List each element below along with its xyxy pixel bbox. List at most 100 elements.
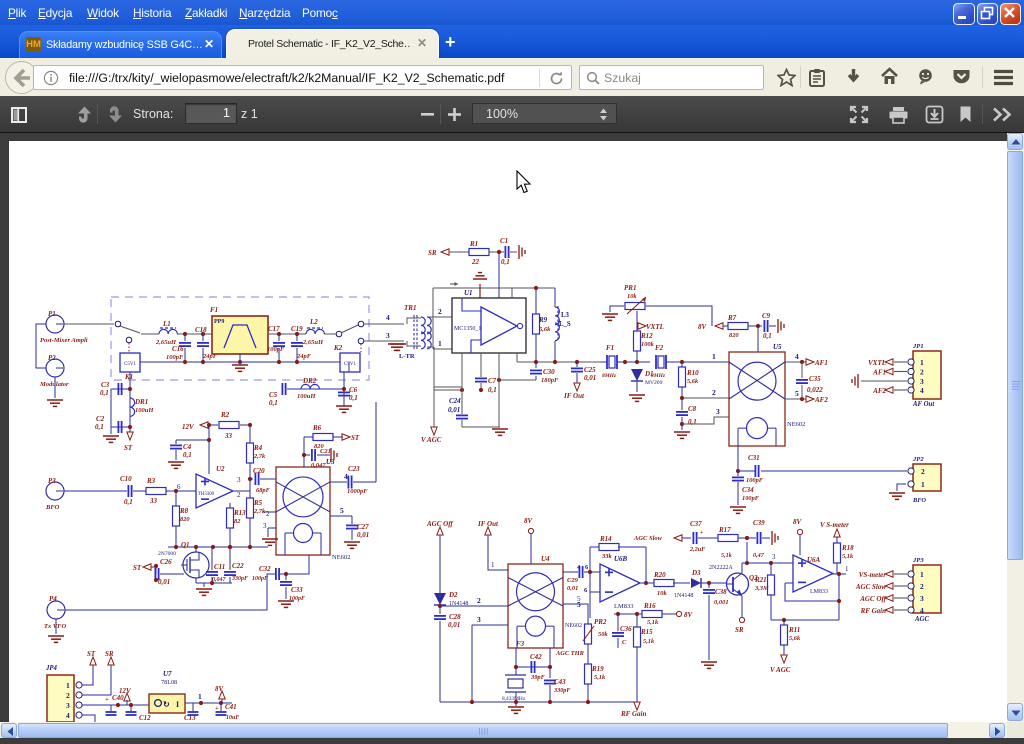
svg-text:C34: C34	[742, 486, 754, 494]
svg-text:DR1: DR1	[134, 398, 148, 406]
svg-text:U2: U2	[216, 465, 225, 473]
svg-text:R2: R2	[220, 411, 230, 419]
svg-text:5: 5	[795, 389, 799, 398]
svg-text:AGC Slow: AGC Slow	[855, 583, 886, 591]
svg-text:2: 2	[920, 582, 924, 591]
svg-text:C41: C41	[225, 703, 237, 711]
svg-text:180pF: 180pF	[541, 377, 559, 384]
svg-text:4: 4	[344, 472, 348, 481]
svg-text:2: 2	[237, 491, 241, 499]
svg-text:C22: C22	[232, 562, 244, 570]
svg-text:C24: C24	[449, 397, 461, 405]
svg-text:100pF: 100pF	[267, 346, 285, 353]
svg-text:C40: C40	[112, 694, 124, 702]
svg-text:R11: R11	[788, 626, 800, 634]
svg-text:C18: C18	[195, 326, 207, 334]
svg-text:0,01: 0,01	[567, 585, 578, 592]
svg-text:0,022: 0,022	[807, 386, 823, 394]
svg-text:AF2: AF2	[872, 387, 886, 395]
svg-text:8,433MHz: 8,433MHz	[502, 696, 526, 702]
svg-text:AGC Off: AGC Off	[859, 595, 886, 603]
svg-text:F2: F2	[655, 344, 664, 352]
svg-text:LM833: LM833	[810, 589, 828, 595]
svg-text:P4: P4	[49, 595, 57, 603]
svg-text:+: +	[215, 705, 219, 712]
svg-text:2: 2	[920, 368, 924, 377]
svg-text:R14: R14	[599, 535, 612, 543]
svg-text:VXTL: VXTL	[646, 323, 664, 331]
svg-text:BFO: BFO	[45, 504, 60, 511]
svg-text:AGC THR: AGC THR	[555, 650, 585, 657]
svg-text:2: 2	[921, 467, 925, 476]
svg-text:IF Out: IF Out	[563, 392, 585, 400]
svg-text:1: 1	[198, 692, 202, 701]
svg-text:C11: C11	[214, 563, 225, 571]
svg-text:820: 820	[180, 516, 190, 523]
svg-text:R3: R3	[146, 477, 156, 485]
svg-text:R10: R10	[686, 369, 699, 377]
svg-text:+: +	[105, 696, 109, 703]
svg-text:1: 1	[920, 358, 924, 367]
svg-text:5,1k: 5,1k	[643, 638, 655, 645]
svg-text:C42: C42	[530, 653, 542, 661]
svg-text:0,1: 0,1	[488, 386, 497, 394]
svg-text:330pF: 330pF	[553, 687, 571, 694]
svg-text:L2: L2	[309, 318, 318, 326]
svg-text:2: 2	[712, 388, 716, 397]
svg-text:0,1: 0,1	[269, 399, 278, 407]
svg-text:3: 3	[772, 553, 776, 561]
svg-text:ST: ST	[87, 650, 96, 658]
svg-text:F3: F3	[516, 640, 525, 648]
svg-text:10k: 10k	[627, 293, 637, 300]
svg-text:I: I	[176, 700, 179, 709]
svg-text:ST: ST	[124, 444, 133, 452]
svg-text:22: 22	[471, 258, 480, 266]
svg-text:VXTL: VXTL	[868, 359, 886, 367]
svg-text:C32: C32	[259, 565, 271, 573]
svg-text:U1: U1	[464, 289, 473, 297]
svg-text:0,1: 0,1	[100, 389, 109, 397]
svg-text:0,01: 0,01	[448, 406, 460, 414]
svg-text:VS-meter: VS-meter	[859, 571, 886, 579]
svg-text:F1: F1	[606, 344, 614, 352]
svg-text:1000pF: 1000pF	[347, 488, 368, 495]
svg-text:C43: C43	[554, 678, 566, 686]
svg-text:JP3: JP3	[912, 557, 924, 564]
svg-text:+: +	[700, 530, 704, 536]
svg-text:U7: U7	[163, 670, 172, 678]
svg-text:100pF: 100pF	[746, 477, 764, 484]
svg-text:AF Out: AF Out	[912, 401, 935, 408]
svg-text:0,1: 0,1	[763, 332, 772, 340]
svg-text:0,47: 0,47	[753, 552, 765, 559]
svg-text:R6: R6	[312, 424, 322, 432]
svg-text:C13: C13	[184, 714, 196, 722]
svg-text:5,1k: 5,1k	[647, 619, 659, 626]
svg-text:0,1: 0,1	[349, 394, 358, 402]
svg-text:2: 2	[266, 510, 270, 518]
svg-text:RF Gain: RF Gain	[620, 710, 646, 718]
svg-text:R1: R1	[469, 240, 478, 248]
svg-text:SR: SR	[105, 650, 114, 658]
svg-text:4: 4	[577, 564, 581, 571]
svg-text:100k: 100k	[641, 341, 655, 348]
svg-text:82: 82	[234, 518, 241, 525]
svg-text:0,1: 0,1	[183, 451, 192, 459]
svg-text:4: 4	[920, 606, 924, 615]
svg-text:10k: 10k	[657, 590, 668, 597]
svg-text:C31: C31	[748, 454, 760, 462]
svg-text:3: 3	[237, 476, 241, 484]
svg-text:C21: C21	[320, 448, 331, 455]
svg-text:0,01: 0,01	[357, 531, 369, 539]
svg-text:ST: ST	[133, 564, 142, 572]
svg-text:LM833: LM833	[614, 603, 634, 610]
svg-text:C37: C37	[690, 520, 702, 528]
svg-text:R5: R5	[253, 499, 263, 507]
svg-text:R15: R15	[640, 628, 653, 636]
svg-text:2,2uF: 2,2uF	[689, 546, 706, 553]
svg-text:5: 5	[340, 506, 344, 515]
svg-text:8MHz: 8MHz	[602, 373, 617, 379]
svg-text:R7: R7	[727, 314, 737, 322]
svg-text:MV209: MV209	[645, 380, 663, 386]
svg-text:100pF: 100pF	[166, 354, 184, 361]
svg-text:R9: R9	[538, 316, 548, 324]
